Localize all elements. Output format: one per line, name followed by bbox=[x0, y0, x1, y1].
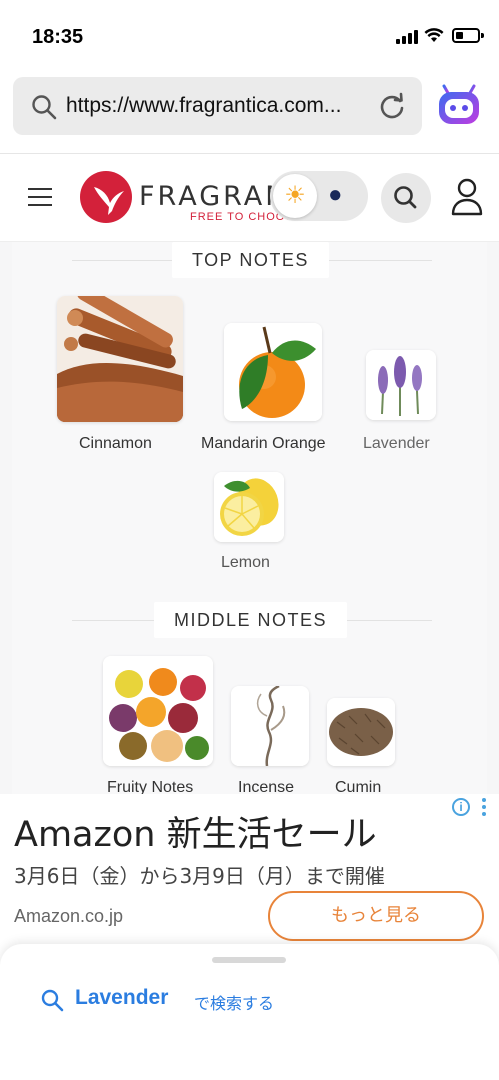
ad-options-icon[interactable] bbox=[480, 798, 488, 818]
middle-notes-title: MIDDLE NOTES bbox=[154, 602, 348, 638]
note-label[interactable]: Mandarin Orange bbox=[201, 435, 326, 453]
theme-toggle[interactable]: ☀ ● bbox=[270, 171, 368, 221]
lavender-image[interactable] bbox=[366, 350, 436, 420]
user-account-icon[interactable] bbox=[450, 178, 484, 216]
lookup-sheet: Lavender で検索する bbox=[0, 944, 499, 1080]
wifi-icon bbox=[424, 28, 444, 42]
address-bar[interactable]: https://www.fragrantica.com... bbox=[13, 77, 422, 135]
note-label[interactable]: Cumin bbox=[335, 779, 381, 794]
site-search-button[interactable] bbox=[381, 173, 431, 223]
search-icon bbox=[394, 186, 417, 209]
moon-icon: ● bbox=[328, 181, 343, 208]
note-label[interactable]: Incense bbox=[238, 779, 294, 794]
ad-domain: Amazon.co.jp bbox=[14, 906, 124, 926]
note-label[interactable]: Lemon bbox=[221, 554, 270, 572]
url-text[interactable]: https://www.fragrantica.com... bbox=[66, 94, 378, 118]
top-notes-title: TOP NOTES bbox=[172, 242, 329, 278]
lemon-image[interactable] bbox=[214, 472, 284, 542]
sheet-handle[interactable] bbox=[212, 957, 286, 963]
site-header: FRAGRANTICA FREE TO CHOOSE ☀ ● bbox=[0, 154, 499, 242]
reload-icon[interactable] bbox=[378, 92, 406, 120]
lookup-term[interactable]: Lavender bbox=[75, 986, 168, 1010]
battery-icon bbox=[452, 28, 480, 43]
battery-tip bbox=[481, 33, 484, 38]
ad-subtitle: 3月6日（金）から3月9日（月）まで開催 bbox=[14, 864, 385, 888]
search-icon bbox=[41, 989, 64, 1012]
ad-title[interactable]: Amazon 新生活セール bbox=[14, 806, 377, 857]
lookup-action[interactable]: で検索する bbox=[194, 990, 274, 1014]
note-label[interactable]: Cinnamon bbox=[79, 435, 152, 453]
menu-icon[interactable] bbox=[28, 188, 54, 208]
browser-toolbar: https://www.fragrantica.com... bbox=[0, 70, 499, 154]
search-icon bbox=[32, 95, 57, 120]
cellular-signal-icon bbox=[396, 30, 418, 44]
sun-icon: ☀ bbox=[273, 174, 317, 218]
incense-image[interactable] bbox=[231, 686, 309, 766]
cinnamon-image[interactable] bbox=[57, 296, 183, 422]
ad-more-button[interactable]: もっと見る bbox=[268, 891, 484, 941]
status-bar: 18:35 bbox=[0, 0, 499, 70]
fruity-notes-image[interactable] bbox=[103, 656, 213, 766]
note-label[interactable]: Fruity Notes bbox=[107, 779, 193, 794]
logo-icon[interactable] bbox=[80, 171, 132, 223]
mandarin-orange-image[interactable] bbox=[224, 323, 322, 421]
status-time: 18:35 bbox=[32, 26, 84, 48]
note-label[interactable]: Lavender bbox=[363, 435, 430, 453]
cumin-image[interactable] bbox=[327, 698, 395, 766]
notes-pyramid: TOP NOTES Cinnamon Mandarin Orange Laven… bbox=[0, 242, 499, 794]
assistant-bot-icon[interactable] bbox=[436, 84, 482, 128]
ad-info-icon[interactable]: i bbox=[452, 798, 470, 816]
ad-banner[interactable]: Amazon 新生活セール 3月6日（金）から3月9日（月）まで開催 Amazo… bbox=[0, 794, 499, 954]
